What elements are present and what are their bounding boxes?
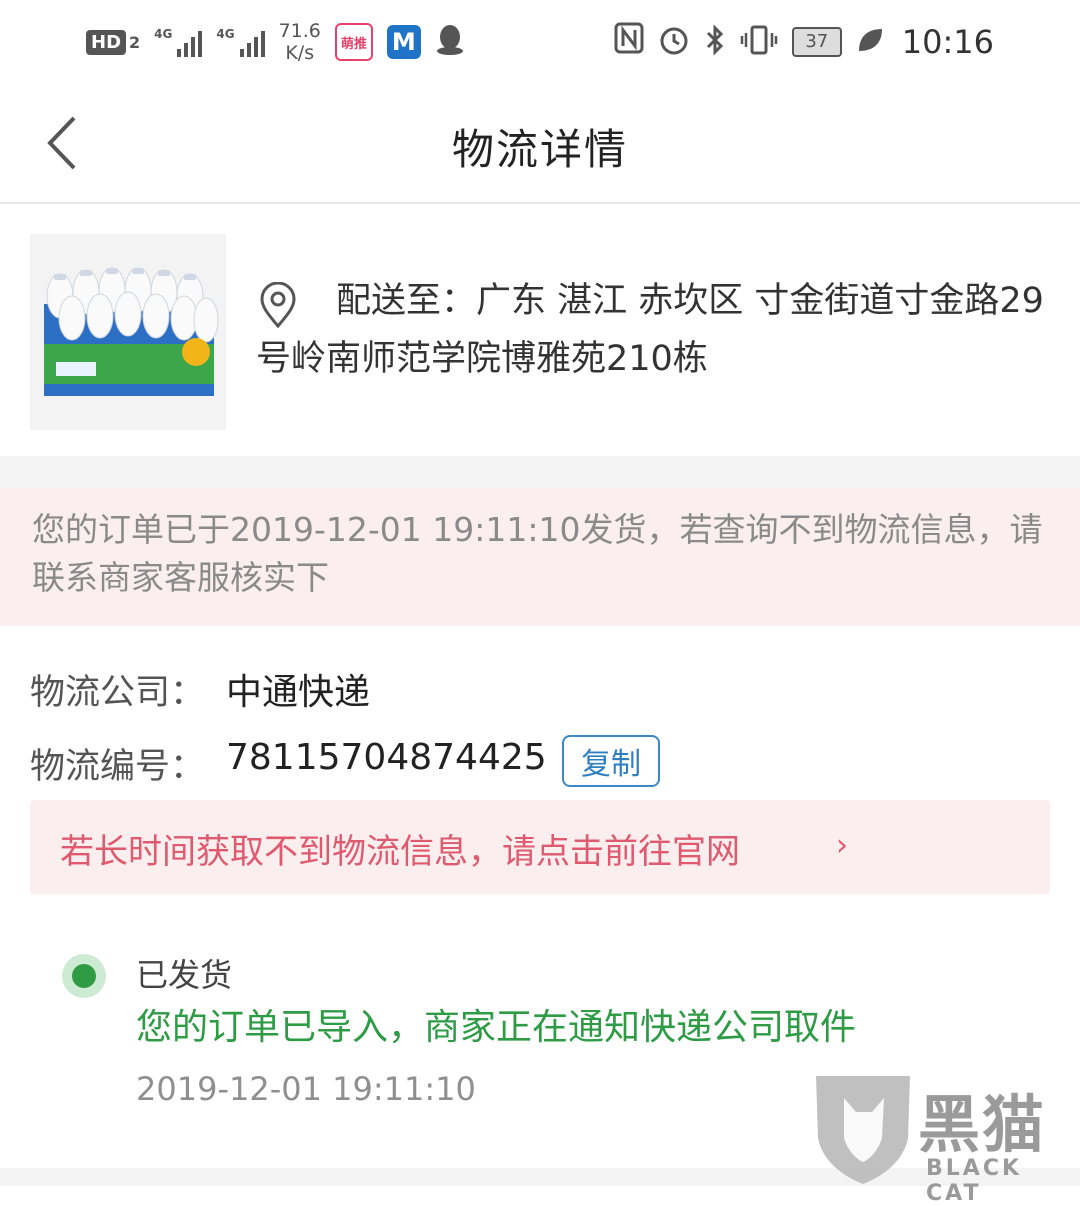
qq-icon: [435, 24, 465, 60]
delivery-address: 配送至：广东 湛江 赤坎区 寸金街道寸金路29号岭南师范学院博雅苑210栋: [256, 281, 1044, 379]
product-thumbnail[interactable]: [30, 234, 226, 430]
watermark-subtext: BLACK CAT: [926, 1156, 1023, 1206]
official-site-link-text: 若长时间获取不到物流信息，请点击前往官网: [60, 832, 740, 872]
shipping-notice-text: 您的订单已于2019-12-01 19:11:10发货，若查询不到物流信息，请联…: [32, 510, 1043, 597]
timeline-status-message: 您的订单已导入，商家正在通知快递公司取件: [136, 1007, 857, 1048]
official-site-link[interactable]: 若长时间获取不到物流信息，请点击前往官网 ›: [30, 800, 1050, 894]
tracking-number-label: 物流编号：: [30, 747, 206, 787]
company-label: 物流公司：: [30, 673, 206, 713]
alarm-icon: [658, 24, 690, 60]
mengtui-app-icon: 萌推: [334, 23, 373, 61]
status-dot-icon: [72, 964, 96, 988]
status-right: 37 10:16: [614, 22, 994, 61]
nav-bar: 物流详情: [0, 84, 1080, 204]
signal-icon-2: 4G: [216, 27, 265, 57]
chevron-right-icon: ›: [836, 828, 848, 863]
blackcat-shield-icon: [816, 1076, 910, 1184]
hd-icon: HD 2: [86, 29, 141, 55]
m-app-icon: M: [386, 25, 421, 59]
tracking-number-value: 78115704874425: [226, 737, 547, 778]
company-value: 中通快递: [226, 672, 371, 713]
section-divider: [0, 456, 1080, 488]
page-title: 物流详情: [451, 125, 628, 174]
clock: 10:16: [901, 22, 994, 61]
shipping-notice: 您的订单已于2019-12-01 19:11:10发货，若查询不到物流信息，请联…: [0, 488, 1080, 626]
signal-icon-1: 4G: [154, 27, 203, 57]
battery-icon: 37: [791, 26, 842, 57]
timeline-status-title: 已发货: [136, 956, 233, 994]
status-left: HD 2 4G 4G 71.6 K/s 萌推 M: [86, 20, 465, 64]
watermark-text: 黑猫: [918, 1088, 1047, 1161]
bluetooth-icon: [704, 23, 726, 60]
eco-leaf-icon: [856, 26, 884, 58]
copy-button[interactable]: 复制: [562, 735, 660, 787]
status-bar: HD 2 4G 4G 71.6 K/s 萌推 M 37 10:16: [0, 0, 1080, 84]
nfc-icon: [614, 22, 644, 61]
network-speed: 71.6 K/s: [278, 20, 321, 64]
timeline-status-time: 2019-12-01 19:11:10: [136, 1070, 476, 1108]
vibrate-icon: [740, 24, 778, 60]
yogurt-bottles-image: [30, 234, 226, 430]
sim2-label: 2: [129, 32, 141, 52]
